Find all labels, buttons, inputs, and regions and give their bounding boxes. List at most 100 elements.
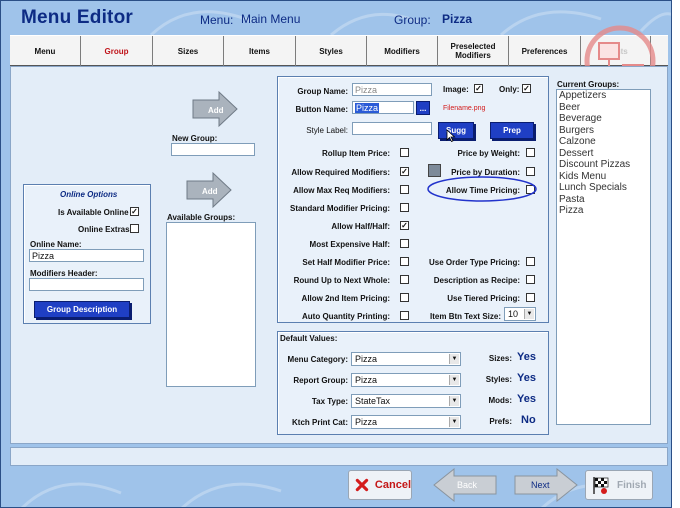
allow-half-half-label: Allow Half/Half: bbox=[331, 222, 390, 231]
price-by-weight-checkbox[interactable] bbox=[526, 148, 535, 157]
tax-type-select[interactable]: StateTax ▼ bbox=[351, 394, 461, 408]
menu-category-select[interactable]: Pizza ▼ bbox=[351, 352, 461, 366]
sizes-label: Sizes: bbox=[488, 354, 512, 363]
cancel-button[interactable]: Cancel bbox=[348, 470, 412, 500]
status-bar bbox=[10, 447, 668, 466]
report-group-label: Report Group: bbox=[293, 376, 348, 385]
tab-sizes[interactable]: Sizes bbox=[153, 36, 224, 66]
current-groups-list[interactable]: Appetizers Beer Beverage Burgers Calzone… bbox=[556, 89, 651, 425]
list-item[interactable]: Pizza bbox=[557, 205, 650, 217]
allow-half-half-checkbox[interactable]: ✓ bbox=[400, 221, 409, 230]
online-extras-checkbox[interactable] bbox=[130, 224, 139, 233]
ktch-print-cat-select[interactable]: Pizza ▼ bbox=[351, 415, 461, 429]
styles-value: Yes bbox=[517, 372, 536, 384]
tax-type-value: StateTax bbox=[355, 396, 391, 406]
content-area: Add New Group: Add Available Groups: Onl… bbox=[10, 66, 668, 444]
description-as-recipe-checkbox[interactable] bbox=[526, 275, 535, 284]
tab-styles[interactable]: Styles bbox=[296, 36, 367, 66]
tab-menu[interactable]: Menu bbox=[10, 36, 81, 66]
use-tiered-pricing-label: Use Tiered Pricing: bbox=[447, 294, 520, 303]
rollup-item-price-label: Rollup Item Price: bbox=[321, 149, 390, 158]
online-name-input[interactable]: Pizza bbox=[29, 249, 144, 262]
tab-preselected-modifiers[interactable]: Preselected Modifiers bbox=[438, 36, 509, 66]
styles-label: Styles: bbox=[485, 375, 512, 384]
list-item[interactable]: Beer bbox=[557, 102, 650, 114]
most-expensive-half-label: Most Expensive Half: bbox=[309, 240, 390, 249]
online-name-label: Online Name: bbox=[30, 240, 82, 249]
close-icon bbox=[355, 478, 369, 492]
tab-group[interactable]: Group bbox=[81, 36, 153, 66]
allow-max-req-modifiers-checkbox[interactable] bbox=[400, 185, 409, 194]
modifiers-header-input[interactable] bbox=[29, 278, 144, 291]
style-label-input[interactable] bbox=[352, 122, 432, 135]
app-title: Menu Editor bbox=[21, 7, 133, 28]
list-item[interactable]: Pasta bbox=[557, 194, 650, 206]
mods-value: Yes bbox=[517, 393, 536, 405]
style-label-label: Style Label: bbox=[306, 126, 348, 135]
is-available-online-checkbox[interactable]: ✓ bbox=[130, 207, 139, 216]
checkered-flag-icon bbox=[593, 477, 609, 494]
menu-label: Menu: bbox=[200, 13, 234, 27]
available-groups-list[interactable] bbox=[166, 222, 256, 387]
most-expensive-half-checkbox[interactable] bbox=[400, 239, 409, 248]
add-button-label: Add bbox=[208, 106, 224, 115]
group-description-button[interactable]: Group Description bbox=[34, 301, 130, 318]
finish-button[interactable]: Finish bbox=[585, 470, 653, 500]
allow-max-req-modifiers-label: Allow Max Req Modifiers: bbox=[293, 186, 390, 195]
round-up-to-next-whole-label: Round Up to Next Whole: bbox=[293, 276, 390, 285]
list-item[interactable]: Beverage bbox=[557, 113, 650, 125]
prefs-label: Prefs: bbox=[489, 417, 512, 426]
list-item[interactable]: Burgers bbox=[557, 125, 650, 137]
sugg-button[interactable]: Sugg bbox=[438, 122, 474, 139]
list-item[interactable]: Appetizers bbox=[557, 90, 650, 102]
online-options-panel: Online Options Is Available Online ✓ Onl… bbox=[23, 184, 151, 324]
modifiers-header-label: Modifiers Header: bbox=[30, 269, 98, 278]
browse-button[interactable]: ... bbox=[416, 101, 430, 115]
tab-items[interactable]: Items bbox=[224, 36, 296, 66]
only-label: Only: bbox=[499, 85, 520, 94]
list-item[interactable]: Dessert bbox=[557, 148, 650, 160]
item-btn-text-size-select[interactable]: 10 ▼ bbox=[504, 307, 536, 321]
group-name-input[interactable]: Pizza bbox=[352, 83, 432, 96]
item-btn-text-size-label: Item Btn Text Size: bbox=[430, 312, 501, 321]
next-label: Next bbox=[531, 480, 550, 490]
group-value: Pizza bbox=[442, 12, 473, 26]
tab-bar: Menu Group Sizes Items Styles Modifiers … bbox=[10, 35, 668, 66]
image-checkbox[interactable]: ✓ bbox=[474, 84, 483, 93]
auto-quantity-printing-checkbox[interactable] bbox=[400, 311, 409, 320]
list-item[interactable]: Calzone bbox=[557, 136, 650, 148]
only-checkbox[interactable]: ✓ bbox=[522, 84, 531, 93]
online-extras-label: Online Extras bbox=[78, 225, 130, 234]
list-item[interactable]: Kids Menu bbox=[557, 171, 650, 183]
allow-required-modifiers-checkbox[interactable]: ✓ bbox=[400, 167, 409, 176]
finish-label: Finish bbox=[617, 479, 647, 491]
round-up-to-next-whole-checkbox[interactable] bbox=[400, 275, 409, 284]
prep-button[interactable]: Prep bbox=[490, 122, 534, 139]
list-item[interactable]: Discount Pizzas bbox=[557, 159, 650, 171]
use-tiered-pricing-checkbox[interactable] bbox=[526, 293, 535, 302]
tab-modifiers[interactable]: Modifiers bbox=[367, 36, 438, 66]
chevron-down-icon: ▼ bbox=[449, 354, 459, 364]
item-btn-text-size-value: 10 bbox=[508, 309, 519, 319]
report-group-select[interactable]: Pizza ▼ bbox=[351, 373, 461, 387]
allow-2nd-item-pricing-checkbox[interactable] bbox=[400, 293, 409, 302]
set-half-modifier-price-checkbox[interactable] bbox=[400, 257, 409, 266]
rollup-item-price-checkbox[interactable] bbox=[400, 148, 409, 157]
list-item[interactable]: Lunch Specials bbox=[557, 182, 650, 194]
menu-editor-window: Menu Editor Menu: Main Menu Group: Pizza… bbox=[0, 0, 672, 508]
tab-preferences[interactable]: Preferences bbox=[509, 36, 581, 66]
allow-required-modifiers-label: Allow Required Modifiers: bbox=[291, 168, 390, 177]
standard-modifier-pricing-checkbox[interactable] bbox=[400, 203, 409, 212]
use-order-type-pricing-label: Use Order Type Pricing: bbox=[429, 258, 520, 267]
use-order-type-pricing-checkbox[interactable] bbox=[526, 257, 535, 266]
new-group-input[interactable] bbox=[171, 143, 255, 156]
sizes-value: Yes bbox=[517, 351, 536, 363]
tax-type-label: Tax Type: bbox=[311, 397, 348, 406]
ktch-print-cat-value: Pizza bbox=[355, 417, 378, 427]
filename-text: Filename.png bbox=[443, 105, 486, 112]
chevron-down-icon: ▼ bbox=[449, 375, 459, 385]
button-name-input[interactable]: Pizza bbox=[352, 101, 414, 114]
back-label: Back bbox=[457, 480, 478, 490]
menu-category-value: Pizza bbox=[355, 354, 378, 364]
report-group-value: Pizza bbox=[355, 375, 378, 385]
